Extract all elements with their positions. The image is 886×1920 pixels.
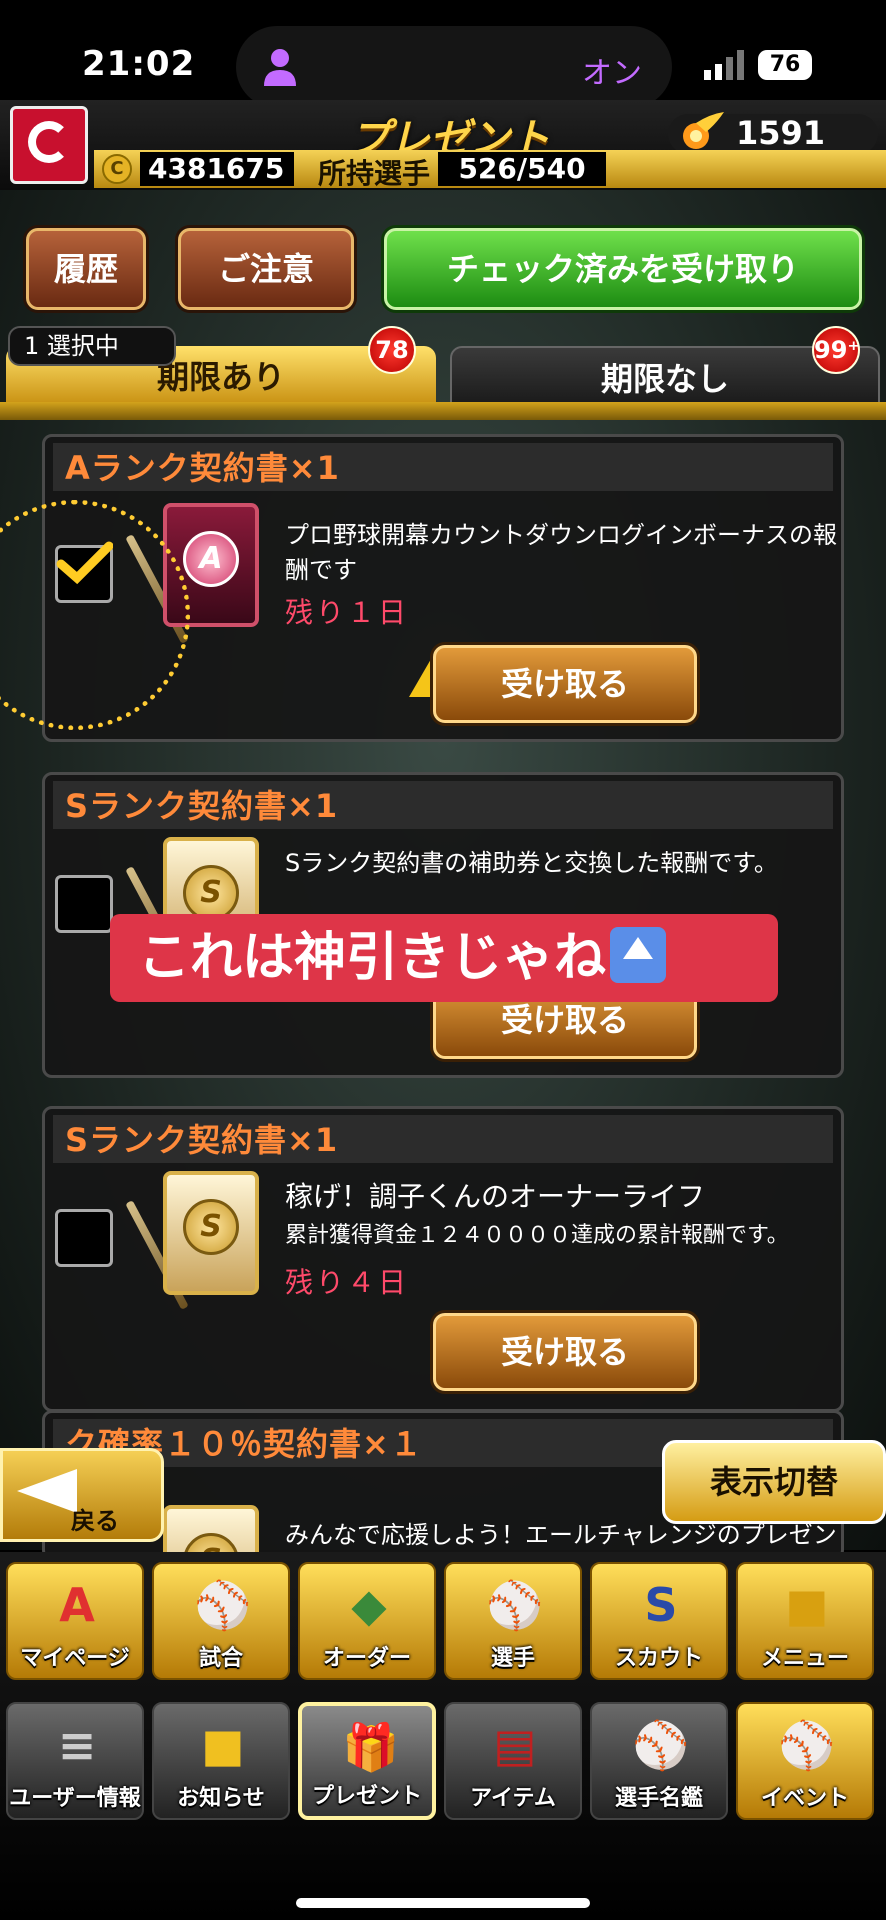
- coin-icon: C: [102, 154, 132, 184]
- battery-icon: 76: [758, 50, 812, 80]
- display-switch-button[interactable]: 表示切替: [662, 1440, 886, 1524]
- item-icon: ▤: [493, 1718, 537, 1772]
- gift-icon: 🎁: [342, 1720, 400, 1774]
- nav-row-top: A マイページ ⚾ 試合 ◆ オーダー ⚾ 選手 S スカウト ■ メニュー: [0, 1562, 886, 1692]
- nav-label: 選手: [490, 1646, 535, 1671]
- nav-label: 選手名鑑: [614, 1786, 703, 1811]
- stadium-icon: ⚾: [194, 1578, 252, 1632]
- history-button[interactable]: 履歴: [26, 228, 146, 310]
- nav-label: オーダー: [322, 1646, 411, 1671]
- nav-label: お知らせ: [177, 1786, 265, 1811]
- caution-button[interactable]: ご注意: [178, 228, 354, 310]
- rank-s-seal: S: [183, 865, 239, 921]
- nav-scout[interactable]: S スカウト: [590, 1562, 728, 1680]
- receive-checked-button[interactable]: チェック済みを受け取り: [384, 228, 862, 310]
- nav-present[interactable]: 🎁 プレゼント: [298, 1702, 436, 1820]
- present-card: Sランク契約書×1 S 稼げ！調子くんのオーナーライフ 累計獲得資金１２４０００…: [42, 1106, 844, 1412]
- rank-a-seal: A: [183, 531, 239, 587]
- user-info-icon: ≡: [57, 1718, 97, 1772]
- players-label: 所持選手: [318, 157, 431, 190]
- selected-count: 1 選択中: [8, 326, 176, 366]
- player-icon: ⚾: [486, 1578, 544, 1632]
- present-title: Sランク契約書×1: [53, 1115, 833, 1163]
- present-description-detail: 累計獲得資金１２４００００達成の累計報酬です。: [285, 1223, 789, 1248]
- badge-no-limit: 99⁺: [812, 326, 860, 374]
- nav-user-info[interactable]: ≡ ユーザー情報: [6, 1702, 144, 1820]
- caption-text: これは神引きじゃね: [138, 928, 607, 988]
- fire-count: 1591: [736, 114, 826, 152]
- mypage-icon: A: [59, 1578, 95, 1632]
- nav-label: マイページ: [20, 1646, 130, 1671]
- scout-icon: S: [644, 1578, 678, 1632]
- nav-news[interactable]: ■ お知らせ: [152, 1702, 290, 1820]
- team-logo[interactable]: [10, 106, 88, 184]
- signal-icon: [704, 50, 744, 80]
- nav-event[interactable]: ⚾ イベント: [736, 1702, 874, 1820]
- team-logo-mark: [28, 121, 70, 163]
- player-book-icon: ⚾: [632, 1718, 690, 1772]
- nav-menu[interactable]: ■ メニュー: [736, 1562, 874, 1680]
- nav-order[interactable]: ◆ オーダー: [298, 1562, 436, 1680]
- contract-s-icon: S: [163, 1171, 259, 1295]
- fireball-icon: [683, 112, 724, 149]
- receive-button[interactable]: 受け取る: [433, 1313, 697, 1391]
- present-checkbox[interactable]: [55, 875, 113, 933]
- receive-button[interactable]: 受け取る: [433, 645, 697, 723]
- present-description: プロ野球開幕カウントダウンログインボーナスの報酬です: [285, 521, 837, 584]
- nav-label: プレゼント: [311, 1784, 422, 1809]
- present-title: Aランク契約書×1: [53, 443, 833, 491]
- players-count: 526/540: [438, 152, 606, 186]
- nav-label: 試合: [198, 1646, 243, 1671]
- caption-overlay: これは神引きじゃね: [110, 914, 778, 1002]
- nav-row-bottom: ≡ ユーザー情報 ■ お知らせ 🎁 プレゼント ▤ アイテム ⚾ 選手名鑑 ⚾ イベント: [0, 1702, 886, 1832]
- nav-label: スカウト: [614, 1646, 703, 1671]
- home-indicator[interactable]: [296, 1898, 590, 1908]
- nav-label: メニュー: [760, 1646, 849, 1671]
- status-bar: 21:02 オン 76: [0, 0, 886, 108]
- bottom-navigation: A マイページ ⚾ 試合 ◆ オーダー ⚾ 選手 S スカウト ■ メニュー ≡ ユーザー情報…: [0, 1552, 886, 1920]
- clock: 21:02: [82, 44, 196, 84]
- up-arrow-icon: [610, 927, 667, 983]
- present-checkbox[interactable]: [55, 1209, 113, 1267]
- tab-underline: [0, 402, 886, 420]
- back-label: 戻る: [71, 1507, 119, 1535]
- menu-icon: ■: [785, 1578, 829, 1632]
- present-description: Sランク契約書の補助券と交換した報酬です。: [285, 849, 778, 877]
- present-remaining: 残り１日: [285, 596, 410, 629]
- rank-s-seal: S: [183, 1199, 239, 1255]
- nav-player-book[interactable]: ⚾ 選手名鑑: [590, 1702, 728, 1820]
- present-remaining: 残り４日: [285, 1266, 410, 1299]
- badge-with-limit: 78: [368, 326, 416, 374]
- nav-game[interactable]: ⚾ 試合: [152, 1562, 290, 1680]
- nav-player[interactable]: ⚾ 選手: [444, 1562, 582, 1680]
- news-icon: ■: [201, 1718, 245, 1772]
- nav-label: ユーザー情報: [9, 1786, 141, 1811]
- money-value: 4381675: [140, 152, 294, 186]
- nav-item[interactable]: ▤ アイテム: [444, 1702, 582, 1820]
- event-icon: ⚾: [778, 1718, 836, 1772]
- present-description: 稼げ！調子くんのオーナーライフ: [285, 1180, 706, 1213]
- present-title: Sランク契約書×1: [53, 781, 833, 829]
- person-icon: [264, 49, 296, 86]
- nav-label: アイテム: [470, 1786, 556, 1811]
- back-arrow-icon: [17, 1469, 77, 1513]
- nav-mypage[interactable]: A マイページ: [6, 1562, 144, 1680]
- dynamic-island: オン: [236, 26, 672, 108]
- back-button[interactable]: 戻る: [0, 1448, 164, 1542]
- field-icon: ◆: [351, 1578, 387, 1632]
- live-activity-label: オン: [582, 56, 642, 91]
- nav-label: イベント: [760, 1786, 849, 1811]
